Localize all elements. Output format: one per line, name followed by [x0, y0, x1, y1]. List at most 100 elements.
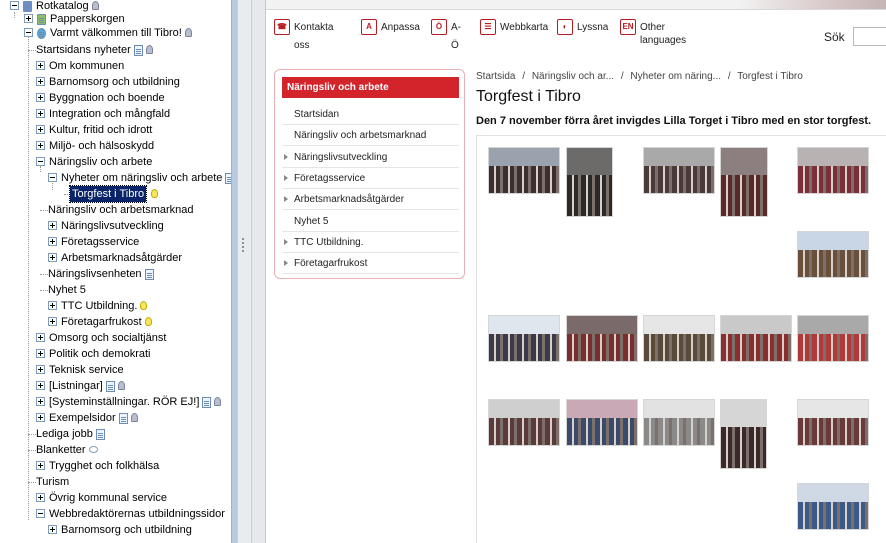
tree-node-label[interactable]: Blanketter [36, 442, 86, 458]
tree-node-näringsliv-och-arbete[interactable]: Näringsliv och arbete [0, 154, 231, 170]
expand-icon[interactable] [36, 365, 45, 374]
section-menu-item[interactable]: TTC Utbildning. [282, 232, 459, 253]
tree-node-teknisk-service[interactable]: Teknisk service [0, 362, 231, 378]
collapse-icon[interactable] [24, 28, 33, 37]
gallery-photo[interactable] [488, 147, 560, 194]
gallery-photo[interactable] [797, 147, 869, 194]
tree-node-label[interactable]: Varmt välkommen till Tibro! [50, 25, 182, 41]
expand-icon[interactable] [48, 221, 57, 230]
tree-node-näringsliv-och-arbetsmarknad[interactable]: Näringsliv och arbetsmarknad [0, 202, 231, 218]
tree-node-nyhet-5[interactable]: Nyhet 5 [0, 282, 231, 298]
tree-node-torgfest-i-tibro[interactable]: Torgfest i Tibro [0, 185, 231, 203]
expand-icon[interactable] [36, 109, 45, 118]
tree-node-trygghet-och-folkhälsa[interactable]: Trygghet och folkhälsa [0, 458, 231, 474]
tree-node-systeminställningar-rör-ej[interactable]: [Systeminställningar. RÖR EJ!] [0, 394, 231, 410]
tree-node-företagarfrukost[interactable]: Företagarfrukost [0, 314, 231, 330]
tree-node-startsidans-nyheter[interactable]: Startsidans nyheter [0, 42, 231, 58]
expand-icon[interactable] [36, 333, 45, 342]
tree-node-label[interactable]: Barnomsorg och utbildning [61, 522, 192, 538]
tree-node-företagsservice[interactable]: Företagsservice [0, 234, 231, 250]
expand-icon[interactable] [36, 461, 45, 470]
expand-icon[interactable] [48, 253, 57, 262]
collapse-icon[interactable] [48, 173, 57, 182]
tree-node-om-kommunen[interactable]: Om kommunen [0, 58, 231, 74]
collapse-icon[interactable] [36, 157, 45, 166]
gallery-photo[interactable] [488, 399, 560, 446]
section-menu-item[interactable]: Näringslivsutveckling [282, 147, 459, 168]
tree-node-miljö-och-hälsoskydd[interactable]: Miljö- och hälsoskydd [0, 138, 231, 154]
expand-icon[interactable] [36, 141, 45, 150]
search-input[interactable] [853, 27, 886, 46]
tree-node-label[interactable]: Trygghet och folkhälsa [49, 458, 159, 474]
tree-node-exempelsidor[interactable]: Exempelsidor [0, 410, 231, 426]
tree-node-label[interactable]: Arbetsmarknadsåtgärder [61, 250, 182, 266]
tree-node-label[interactable]: Omsorg och socialtjänst [49, 330, 166, 346]
gallery-photo[interactable] [643, 399, 715, 446]
tree-node-label[interactable]: Om kommunen [49, 58, 124, 74]
tree-node-label[interactable]: [Systeminställningar. RÖR EJ!] [49, 394, 199, 410]
gallery-photo[interactable] [720, 315, 792, 362]
gallery-photo[interactable] [566, 147, 613, 217]
breadcrumb-startsida[interactable]: Startsida [476, 71, 515, 82]
tree-node-näringslivsutveckling[interactable]: Näringslivsutveckling [0, 218, 231, 234]
gallery-photo[interactable] [720, 147, 768, 217]
tree-node-barnomsorg-och-utbildning[interactable]: Barnomsorg och utbildning [0, 74, 231, 90]
gallery-photo[interactable] [797, 483, 869, 530]
expand-icon[interactable] [24, 14, 33, 23]
expand-icon[interactable] [36, 381, 45, 390]
gallery-photo[interactable] [566, 399, 638, 446]
expand-icon[interactable] [48, 525, 57, 534]
tree-node-näringslivsenheten[interactable]: Näringslivsenheten [0, 266, 231, 282]
collapse-icon[interactable] [10, 1, 19, 10]
tree-node-label[interactable]: Företagarfrukost [61, 314, 142, 330]
expand-icon[interactable] [36, 125, 45, 134]
gallery-photo[interactable] [797, 231, 869, 278]
gallery-photo[interactable] [797, 399, 869, 446]
tree-node-label[interactable]: Övrig kommunal service [49, 490, 167, 506]
tree-node-label[interactable]: TTC Utbildning. [61, 298, 137, 314]
gallery-photo[interactable] [797, 315, 869, 362]
tree-node-label[interactable]: Teknisk service [49, 362, 124, 378]
expand-icon[interactable] [36, 413, 45, 422]
tree-node-label[interactable]: [Listningar] [49, 378, 103, 394]
tree-node-label[interactable]: Exempelsidor [49, 410, 116, 426]
section-menu-heading[interactable]: Näringsliv och arbete [282, 77, 459, 98]
breadcrumb-nyheter[interactable]: Nyheter om näring... [630, 71, 721, 82]
splitter-grip-icon[interactable] [242, 238, 246, 252]
tree-node-övrig-kommunal-service[interactable]: Övrig kommunal service [0, 490, 231, 506]
tree-node-listningar[interactable]: [Listningar] [0, 378, 231, 394]
expand-icon[interactable] [36, 349, 45, 358]
tree-node-label[interactable]: Turism [36, 474, 69, 490]
tree-node-label[interactable]: Näringslivsenheten [48, 266, 142, 282]
section-menu-item[interactable]: Arbetsmarknadsåtgärder [282, 189, 459, 211]
tree-node-politik-och-demokrati[interactable]: Politik och demokrati [0, 346, 231, 362]
tree-node-label[interactable]: Torgfest i Tibro [68, 185, 148, 203]
tree-node-arbetsmarknadsåtgärder[interactable]: Arbetsmarknadsåtgärder [0, 250, 231, 266]
section-menu-item[interactable]: Startsidan [282, 104, 459, 125]
expand-icon[interactable] [36, 77, 45, 86]
gallery-photo[interactable] [643, 147, 715, 194]
gallery-photo[interactable] [566, 315, 638, 362]
section-menu-item[interactable]: Företagsservice [282, 168, 459, 189]
tree-node-lediga-jobb[interactable]: Lediga jobb [0, 426, 231, 442]
tree-node-label[interactable]: Företagsservice [61, 234, 139, 250]
pane-splitter[interactable] [237, 0, 252, 543]
tree-node-label[interactable]: Politik och demokrati [49, 346, 151, 362]
collapse-icon[interactable] [36, 509, 45, 518]
tree-node-omsorg-och-socialtjänst[interactable]: Omsorg och socialtjänst [0, 330, 231, 346]
tree-node-label[interactable]: Nyhet 5 [48, 282, 86, 298]
section-menu-item[interactable]: Näringsliv och arbetsmarknad [282, 125, 459, 147]
expand-icon[interactable] [48, 237, 57, 246]
tree-node-barnomsorg-och-utbildning[interactable]: Barnomsorg och utbildning [0, 522, 231, 538]
tree-node-ttc-utbildning[interactable]: TTC Utbildning. [0, 298, 231, 314]
breadcrumb-naringsliv[interactable]: Näringsliv och ar... [532, 71, 614, 82]
tree-node-webbredaktörernas-utbildningssidor[interactable]: Webbredaktörernas utbildningssidor [0, 506, 231, 522]
tree-node-label[interactable]: Byggnation och boende [49, 90, 165, 106]
gallery-photo[interactable] [643, 315, 715, 362]
tree-node-nyheter-om-näringsliv-och-arbete[interactable]: Nyheter om näringsliv och arbete [0, 170, 231, 186]
tree-node-label[interactable]: Integration och mångfald [49, 106, 170, 122]
tree-node-kultur-fritid-och-idrott[interactable]: Kultur, fritid och idrott [0, 122, 231, 138]
tree-node-integration-och-mångfald[interactable]: Integration och mångfald [0, 106, 231, 122]
expand-icon[interactable] [36, 397, 45, 406]
tree-node-label[interactable]: Barnomsorg och utbildning [49, 74, 180, 90]
